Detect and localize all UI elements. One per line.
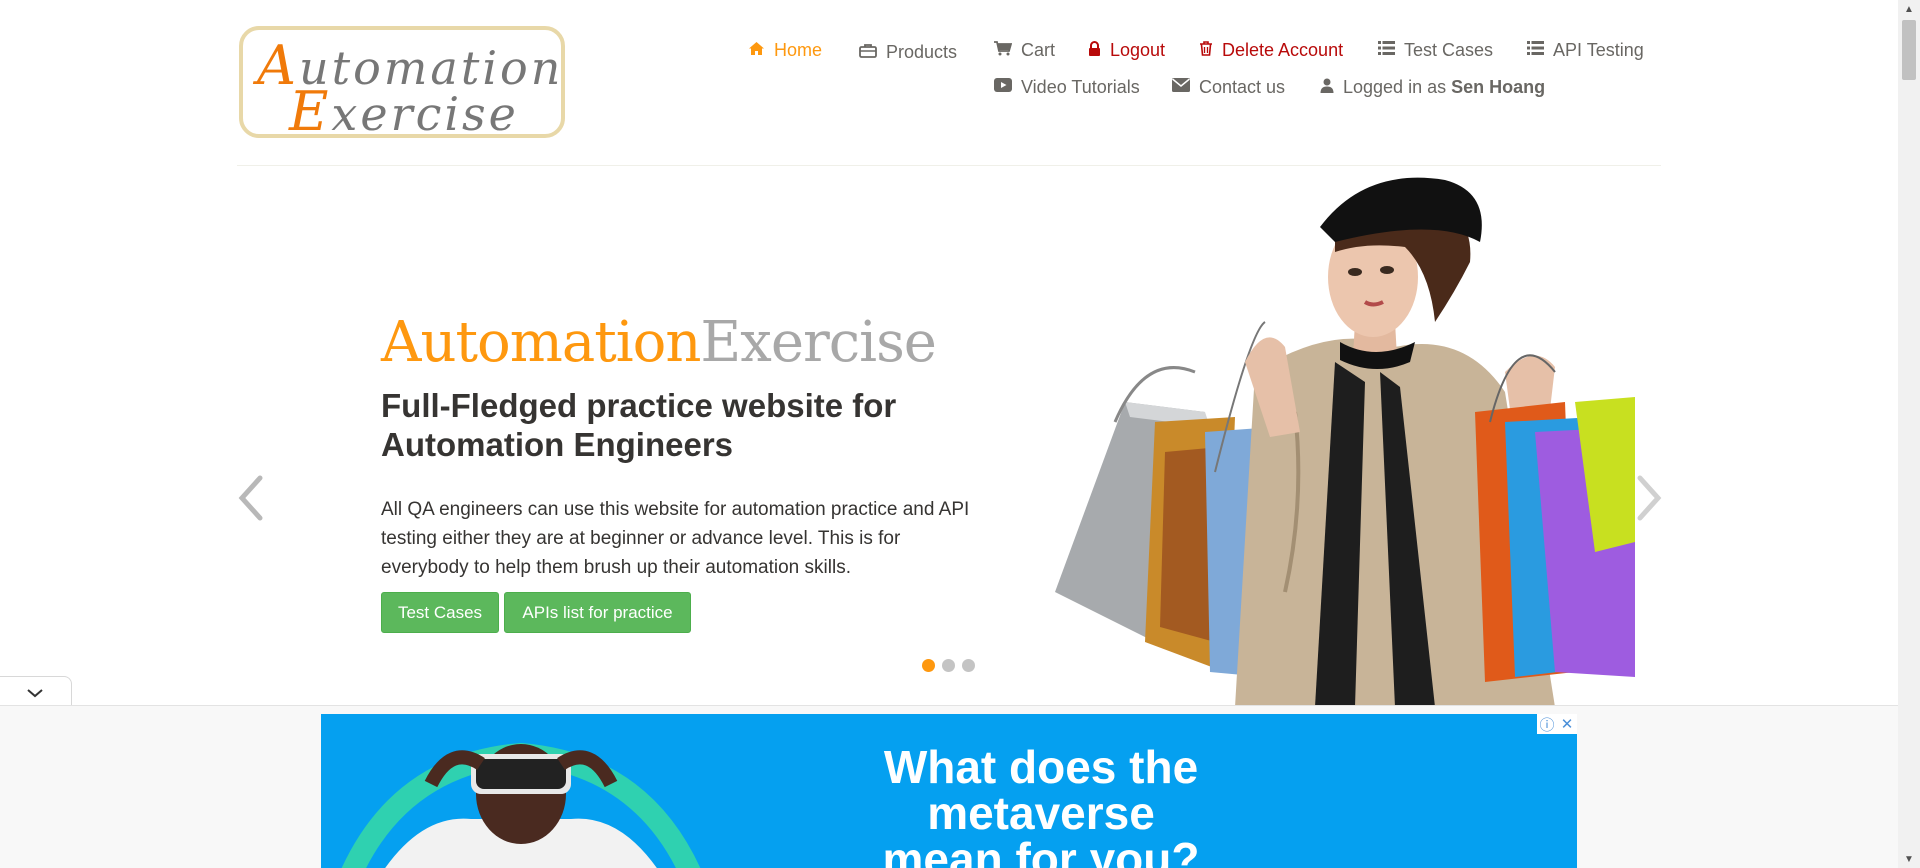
list-icon bbox=[1527, 41, 1544, 59]
ad-vr-person-image bbox=[341, 742, 701, 868]
nav-cart[interactable]: Cart bbox=[994, 38, 1055, 62]
nav-home[interactable]: Home bbox=[748, 38, 822, 62]
ad-headline: What does the metaverse mean for you? bbox=[882, 741, 1200, 868]
site-logo[interactable]: Automation Exercise bbox=[239, 26, 565, 138]
logo-line-2: Exercise bbox=[289, 80, 519, 138]
carousel-prev-arrow[interactable] bbox=[236, 470, 266, 526]
close-icon[interactable]: ✕ bbox=[1557, 714, 1577, 734]
page-scrollbar[interactable]: ▲ ▼ bbox=[1898, 0, 1920, 868]
hero-model-image bbox=[1055, 177, 1635, 707]
trash-icon bbox=[1199, 40, 1213, 60]
list-icon bbox=[1378, 41, 1395, 59]
chevron-down-icon bbox=[27, 689, 43, 698]
nav-products[interactable]: Products bbox=[859, 40, 957, 64]
scroll-thumb[interactable] bbox=[1902, 20, 1916, 80]
nav-api-testing[interactable]: API Testing bbox=[1527, 38, 1644, 62]
logged-in-username: Sen Hoang bbox=[1451, 76, 1546, 97]
envelope-icon bbox=[1172, 78, 1190, 96]
lock-icon bbox=[1088, 40, 1101, 60]
carousel-next-arrow[interactable] bbox=[1634, 470, 1664, 526]
nav-logout[interactable]: Logout bbox=[1088, 38, 1165, 62]
nav-test-cases[interactable]: Test Cases bbox=[1378, 38, 1493, 62]
carousel-dot-1[interactable] bbox=[922, 659, 935, 672]
ad-info-icon[interactable]: ⓘ bbox=[1537, 714, 1557, 734]
header-divider bbox=[237, 165, 1661, 166]
hero-brand-title: AutomationExercise bbox=[381, 310, 937, 375]
apis-list-button[interactable]: APIs list for practice bbox=[504, 592, 691, 633]
cart-icon bbox=[994, 40, 1013, 60]
home-icon bbox=[748, 41, 765, 60]
briefcase-icon bbox=[859, 43, 877, 62]
nav-video-tutorials[interactable]: Video Tutorials bbox=[994, 75, 1140, 99]
ad-collapse-toggle[interactable] bbox=[0, 676, 72, 706]
youtube-icon bbox=[994, 78, 1012, 96]
ad-controls: ⓘ ✕ bbox=[1537, 714, 1577, 734]
nav-contact-us[interactable]: Contact us bbox=[1172, 75, 1285, 99]
test-cases-button[interactable]: Test Cases bbox=[381, 592, 499, 633]
scroll-down-button[interactable]: ▼ bbox=[1898, 850, 1920, 868]
nav-delete-account[interactable]: Delete Account bbox=[1199, 38, 1343, 62]
hero-description: All QA engineers can use this website fo… bbox=[381, 499, 970, 578]
ad-banner[interactable]: What does the metaverse mean for you? ⓘ … bbox=[321, 714, 1577, 868]
hero-headline: Full-Fledged practice website for Automa… bbox=[381, 387, 897, 463]
carousel-dot-3[interactable] bbox=[962, 659, 975, 672]
user-icon bbox=[1320, 78, 1334, 97]
carousel-dot-2[interactable] bbox=[942, 659, 955, 672]
scroll-up-button[interactable]: ▲ bbox=[1898, 0, 1920, 18]
nav-logged-in-as: Logged in as Sen Hoang bbox=[1320, 75, 1545, 99]
